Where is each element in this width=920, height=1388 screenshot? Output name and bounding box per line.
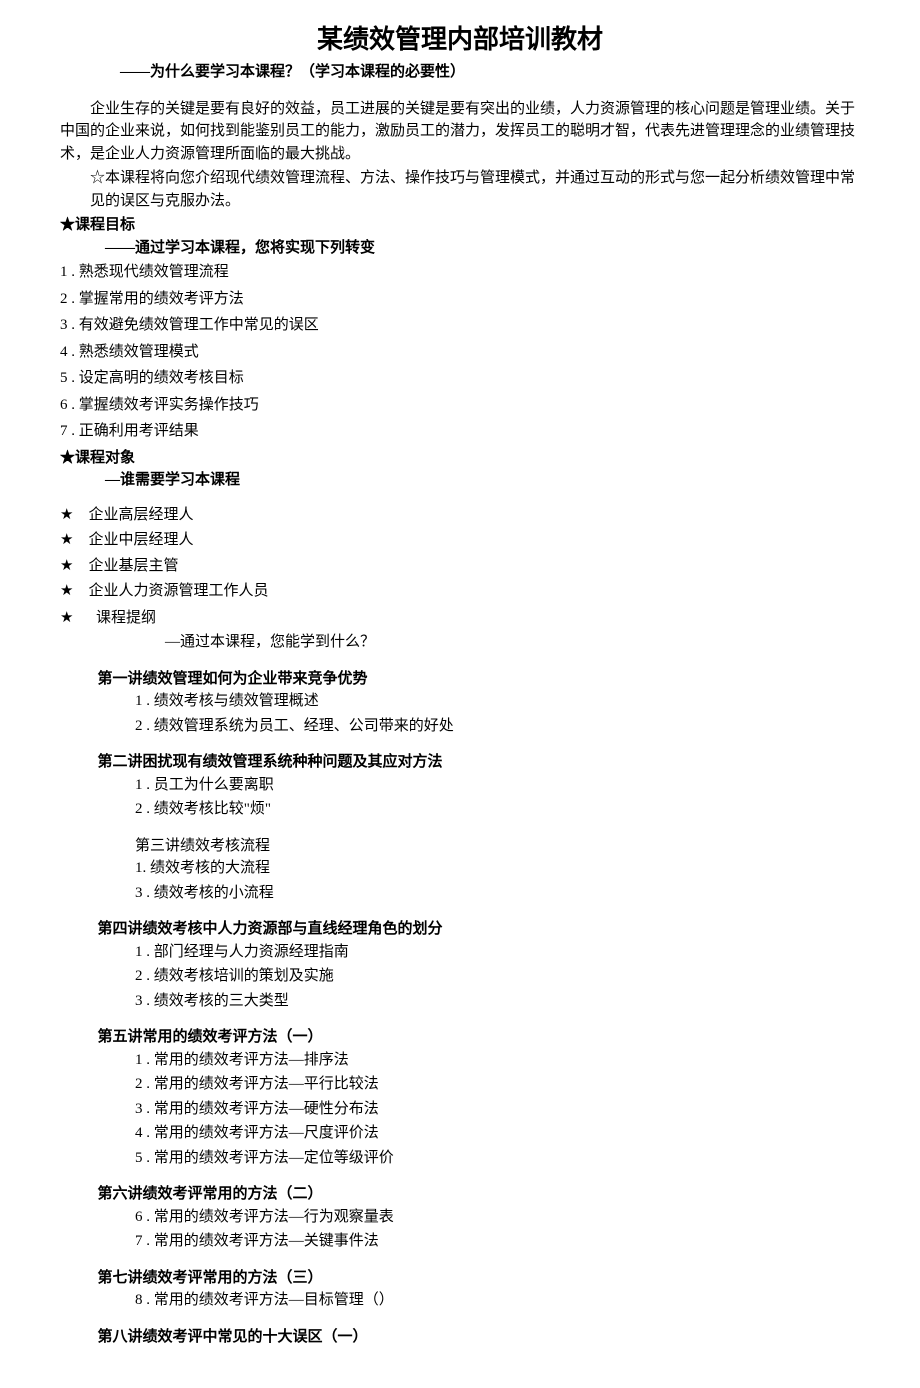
lecture-item-list: 1 . 绩效考核与绩效管理概述2 . 绩效管理系统为员工、经理、公司带来的好处 <box>135 690 860 737</box>
goal-item: 2 . 掌握常用的绩效考评方法 <box>60 288 860 311</box>
lecture-item: 6 . 常用的绩效考评方法—行为观察量表 <box>135 1206 860 1229</box>
lecture-item: 3 . 常用的绩效考评方法—硬性分布法 <box>135 1098 860 1121</box>
lecture-item-list: 1. 绩效考核的大流程3 . 绩效考核的小流程 <box>135 857 860 904</box>
lecture-title: 第三讲绩效考核流程 <box>135 835 860 858</box>
goal-item: 5 . 设定高明的绩效考核目标 <box>60 367 860 390</box>
outline-header: 课程提纲 <box>60 607 860 630</box>
lecture-item-list: 1 . 部门经理与人力资源经理指南2 . 绩效考核培训的策划及实施3 . 绩效考… <box>135 941 860 1013</box>
audience-list: 企业高层经理人 企业中层经理人 企业基层主管 企业人力资源管理工作人员 <box>60 504 860 603</box>
lecture-item: 5 . 常用的绩效考评方法—定位等级评价 <box>135 1147 860 1170</box>
document-title: 某绩效管理内部培训教材 <box>60 20 860 59</box>
outline-subheader: —通过本课程，您能学到什么？ <box>165 631 860 654</box>
lecture-item: 1 . 部门经理与人力资源经理指南 <box>135 941 860 964</box>
lecture-item: 8 . 常用的绩效考评方法—目标管理（） <box>135 1289 860 1312</box>
lecture-item: 3 . 绩效考核的小流程 <box>135 882 860 905</box>
lecture-item-list: 1 . 常用的绩效考评方法—排序法2 . 常用的绩效考评方法—平行比较法3 . … <box>135 1049 860 1170</box>
document-subtitle: ——为什么要学习本课程？（学习本课程的必要性） <box>120 61 860 84</box>
lecture-title: 第四讲绩效考核中人力资源部与直线经理角色的划分 <box>98 918 861 941</box>
lecture-item-list: 6 . 常用的绩效考评方法—行为观察量表7 . 常用的绩效考评方法—关键事件法 <box>135 1206 860 1253</box>
goal-subheader: ——通过学习本课程，您将实现下列转变 <box>105 237 860 260</box>
lecture-title: 第七讲绩效考评常用的方法（三） <box>98 1267 861 1290</box>
audience-item: 企业人力资源管理工作人员 <box>60 580 860 603</box>
lecture-item: 1 . 常用的绩效考评方法—排序法 <box>135 1049 860 1072</box>
lecture-item: 3 . 绩效考核的三大类型 <box>135 990 860 1013</box>
lecture-item: 2 . 绩效考核比较"烦" <box>135 798 860 821</box>
lecture-item: 2 . 绩效考核培训的策划及实施 <box>135 965 860 988</box>
audience-subheader: —谁需要学习本课程 <box>105 469 860 492</box>
lecture-title: 第二讲困扰现有绩效管理系统种种问题及其应对方法 <box>98 751 861 774</box>
goal-header: ★课程目标 <box>60 214 860 237</box>
lecture-title: 第一讲绩效管理如何为企业带来竞争优势 <box>98 668 861 691</box>
lecture-item-list: 1 . 员工为什么要离职2 . 绩效考核比较"烦" <box>135 774 860 821</box>
lecture-item: 1 . 员工为什么要离职 <box>135 774 860 797</box>
goal-item: 1 . 熟悉现代绩效管理流程 <box>60 261 860 284</box>
goal-list: 1 . 熟悉现代绩效管理流程 2 . 掌握常用的绩效考评方法 3 . 有效避免绩… <box>60 261 860 443</box>
goal-item: 3 . 有效避免绩效管理工作中常见的误区 <box>60 314 860 337</box>
lecture-item: 2 . 常用的绩效考评方法—平行比较法 <box>135 1073 860 1096</box>
intro-paragraph-2: ☆本课程将向您介绍现代绩效管理流程、方法、操作技巧与管理模式，并通过互动的形式与… <box>90 167 860 212</box>
audience-item: 企业中层经理人 <box>60 529 860 552</box>
lecture-item: 1. 绩效考核的大流程 <box>135 857 860 880</box>
goal-item: 7 . 正确利用考评结果 <box>60 420 860 443</box>
lecture-title: 第六讲绩效考评常用的方法（二） <box>98 1183 861 1206</box>
lecture-item: 4 . 常用的绩效考评方法—尺度评价法 <box>135 1122 860 1145</box>
lecture-item: 7 . 常用的绩效考评方法—关键事件法 <box>135 1230 860 1253</box>
lecture-item: 2 . 绩效管理系统为员工、经理、公司带来的好处 <box>135 715 860 738</box>
lecture-item-list: 8 . 常用的绩效考评方法—目标管理（） <box>135 1289 860 1312</box>
lecture-title: 第八讲绩效考评中常见的十大误区（一） <box>98 1326 861 1349</box>
audience-item: 企业基层主管 <box>60 555 860 578</box>
intro-paragraph-1: 企业生存的关键是要有良好的效益，员工进展的关键是要有突出的业绩，人力资源管理的核… <box>60 98 860 166</box>
goal-item: 6 . 掌握绩效考评实务操作技巧 <box>60 394 860 417</box>
lecture-title: 第五讲常用的绩效考评方法（一） <box>98 1026 861 1049</box>
audience-header: ★课程对象 <box>60 447 860 470</box>
goal-item: 4 . 熟悉绩效管理模式 <box>60 341 860 364</box>
lectures-container: 第一讲绩效管理如何为企业带来竞争优势1 . 绩效考核与绩效管理概述2 . 绩效管… <box>60 668 860 1349</box>
audience-item: 企业高层经理人 <box>60 504 860 527</box>
lecture-item: 1 . 绩效考核与绩效管理概述 <box>135 690 860 713</box>
